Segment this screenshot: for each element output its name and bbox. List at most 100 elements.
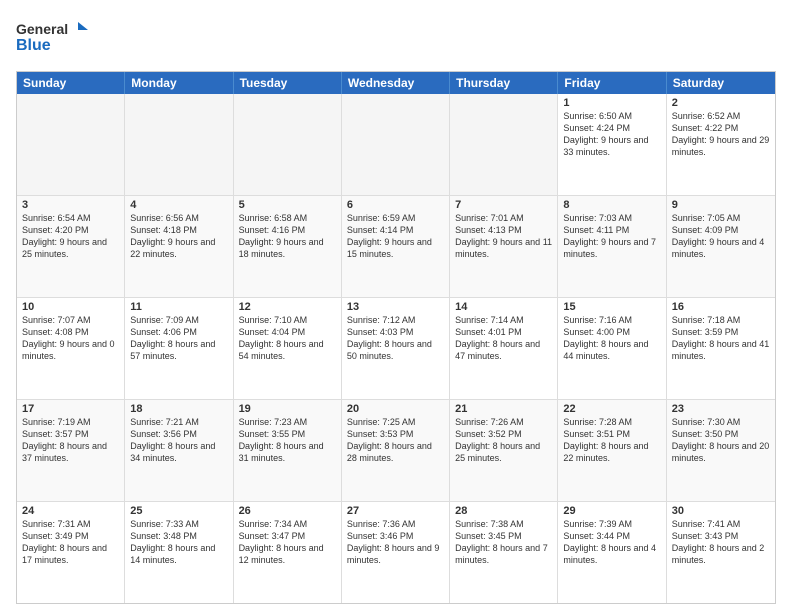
day-number: 10: [22, 301, 119, 313]
day-number: 1: [563, 97, 660, 109]
day-number: 15: [563, 301, 660, 313]
day-number: 4: [130, 199, 227, 211]
empty-cell: [125, 94, 233, 195]
day-cell-4: 4Sunrise: 6:56 AM Sunset: 4:18 PM Daylig…: [125, 196, 233, 297]
day-info: Sunrise: 7:14 AM Sunset: 4:01 PM Dayligh…: [455, 314, 552, 363]
day-cell-26: 26Sunrise: 7:34 AM Sunset: 3:47 PM Dayli…: [234, 502, 342, 603]
day-number: 29: [563, 505, 660, 517]
day-info: Sunrise: 7:28 AM Sunset: 3:51 PM Dayligh…: [563, 416, 660, 465]
day-number: 9: [672, 199, 770, 211]
day-info: Sunrise: 7:26 AM Sunset: 3:52 PM Dayligh…: [455, 416, 552, 465]
day-cell-7: 7Sunrise: 7:01 AM Sunset: 4:13 PM Daylig…: [450, 196, 558, 297]
day-cell-16: 16Sunrise: 7:18 AM Sunset: 3:59 PM Dayli…: [667, 298, 775, 399]
day-info: Sunrise: 7:12 AM Sunset: 4:03 PM Dayligh…: [347, 314, 444, 363]
day-number: 12: [239, 301, 336, 313]
day-info: Sunrise: 7:21 AM Sunset: 3:56 PM Dayligh…: [130, 416, 227, 465]
day-cell-12: 12Sunrise: 7:10 AM Sunset: 4:04 PM Dayli…: [234, 298, 342, 399]
logo-text: General Blue: [16, 16, 106, 65]
header-day-monday: Monday: [125, 72, 233, 94]
day-number: 25: [130, 505, 227, 517]
day-info: Sunrise: 6:58 AM Sunset: 4:16 PM Dayligh…: [239, 212, 336, 261]
day-cell-8: 8Sunrise: 7:03 AM Sunset: 4:11 PM Daylig…: [558, 196, 666, 297]
day-cell-27: 27Sunrise: 7:36 AM Sunset: 3:46 PM Dayli…: [342, 502, 450, 603]
empty-cell: [17, 94, 125, 195]
header-day-wednesday: Wednesday: [342, 72, 450, 94]
day-info: Sunrise: 7:05 AM Sunset: 4:09 PM Dayligh…: [672, 212, 770, 261]
day-number: 3: [22, 199, 119, 211]
day-cell-24: 24Sunrise: 7:31 AM Sunset: 3:49 PM Dayli…: [17, 502, 125, 603]
day-number: 11: [130, 301, 227, 313]
day-number: 26: [239, 505, 336, 517]
day-info: Sunrise: 7:38 AM Sunset: 3:45 PM Dayligh…: [455, 518, 552, 567]
day-cell-25: 25Sunrise: 7:33 AM Sunset: 3:48 PM Dayli…: [125, 502, 233, 603]
day-cell-6: 6Sunrise: 6:59 AM Sunset: 4:14 PM Daylig…: [342, 196, 450, 297]
week-row-3: 10Sunrise: 7:07 AM Sunset: 4:08 PM Dayli…: [17, 298, 775, 400]
day-cell-14: 14Sunrise: 7:14 AM Sunset: 4:01 PM Dayli…: [450, 298, 558, 399]
day-info: Sunrise: 6:50 AM Sunset: 4:24 PM Dayligh…: [563, 110, 660, 159]
day-number: 5: [239, 199, 336, 211]
day-info: Sunrise: 7:30 AM Sunset: 3:50 PM Dayligh…: [672, 416, 770, 465]
day-number: 6: [347, 199, 444, 211]
day-cell-9: 9Sunrise: 7:05 AM Sunset: 4:09 PM Daylig…: [667, 196, 775, 297]
day-info: Sunrise: 6:52 AM Sunset: 4:22 PM Dayligh…: [672, 110, 770, 159]
day-info: Sunrise: 7:23 AM Sunset: 3:55 PM Dayligh…: [239, 416, 336, 465]
day-number: 8: [563, 199, 660, 211]
day-number: 24: [22, 505, 119, 517]
week-row-2: 3Sunrise: 6:54 AM Sunset: 4:20 PM Daylig…: [17, 196, 775, 298]
header-day-thursday: Thursday: [450, 72, 558, 94]
day-cell-21: 21Sunrise: 7:26 AM Sunset: 3:52 PM Dayli…: [450, 400, 558, 501]
day-info: Sunrise: 7:39 AM Sunset: 3:44 PM Dayligh…: [563, 518, 660, 567]
header-day-sunday: Sunday: [17, 72, 125, 94]
day-cell-19: 19Sunrise: 7:23 AM Sunset: 3:55 PM Dayli…: [234, 400, 342, 501]
day-cell-30: 30Sunrise: 7:41 AM Sunset: 3:43 PM Dayli…: [667, 502, 775, 603]
day-cell-29: 29Sunrise: 7:39 AM Sunset: 3:44 PM Dayli…: [558, 502, 666, 603]
day-info: Sunrise: 6:59 AM Sunset: 4:14 PM Dayligh…: [347, 212, 444, 261]
day-info: Sunrise: 7:01 AM Sunset: 4:13 PM Dayligh…: [455, 212, 552, 261]
day-number: 30: [672, 505, 770, 517]
day-info: Sunrise: 7:03 AM Sunset: 4:11 PM Dayligh…: [563, 212, 660, 261]
logo-icon: General Blue: [16, 16, 106, 60]
day-number: 22: [563, 403, 660, 415]
header-day-tuesday: Tuesday: [234, 72, 342, 94]
calendar: SundayMondayTuesdayWednesdayThursdayFrid…: [16, 71, 776, 604]
week-row-1: 1Sunrise: 6:50 AM Sunset: 4:24 PM Daylig…: [17, 94, 775, 196]
day-cell-2: 2Sunrise: 6:52 AM Sunset: 4:22 PM Daylig…: [667, 94, 775, 195]
day-info: Sunrise: 7:41 AM Sunset: 3:43 PM Dayligh…: [672, 518, 770, 567]
day-number: 16: [672, 301, 770, 313]
day-number: 27: [347, 505, 444, 517]
day-number: 7: [455, 199, 552, 211]
day-info: Sunrise: 7:31 AM Sunset: 3:49 PM Dayligh…: [22, 518, 119, 567]
logo: General Blue: [16, 16, 106, 65]
day-number: 20: [347, 403, 444, 415]
day-info: Sunrise: 7:09 AM Sunset: 4:06 PM Dayligh…: [130, 314, 227, 363]
day-cell-22: 22Sunrise: 7:28 AM Sunset: 3:51 PM Dayli…: [558, 400, 666, 501]
day-info: Sunrise: 6:56 AM Sunset: 4:18 PM Dayligh…: [130, 212, 227, 261]
day-number: 2: [672, 97, 770, 109]
day-info: Sunrise: 7:07 AM Sunset: 4:08 PM Dayligh…: [22, 314, 119, 363]
week-row-4: 17Sunrise: 7:19 AM Sunset: 3:57 PM Dayli…: [17, 400, 775, 502]
day-cell-17: 17Sunrise: 7:19 AM Sunset: 3:57 PM Dayli…: [17, 400, 125, 501]
day-cell-18: 18Sunrise: 7:21 AM Sunset: 3:56 PM Dayli…: [125, 400, 233, 501]
day-cell-5: 5Sunrise: 6:58 AM Sunset: 4:16 PM Daylig…: [234, 196, 342, 297]
calendar-header: SundayMondayTuesdayWednesdayThursdayFrid…: [17, 72, 775, 94]
header-day-saturday: Saturday: [667, 72, 775, 94]
day-cell-28: 28Sunrise: 7:38 AM Sunset: 3:45 PM Dayli…: [450, 502, 558, 603]
day-number: 13: [347, 301, 444, 313]
page: General Blue SundayMondayTuesdayWednesda…: [0, 0, 792, 612]
day-info: Sunrise: 7:34 AM Sunset: 3:47 PM Dayligh…: [239, 518, 336, 567]
day-info: Sunrise: 7:33 AM Sunset: 3:48 PM Dayligh…: [130, 518, 227, 567]
day-cell-20: 20Sunrise: 7:25 AM Sunset: 3:53 PM Dayli…: [342, 400, 450, 501]
header-day-friday: Friday: [558, 72, 666, 94]
day-cell-3: 3Sunrise: 6:54 AM Sunset: 4:20 PM Daylig…: [17, 196, 125, 297]
day-number: 19: [239, 403, 336, 415]
day-info: Sunrise: 7:36 AM Sunset: 3:46 PM Dayligh…: [347, 518, 444, 567]
svg-text:Blue: Blue: [16, 37, 51, 54]
day-number: 17: [22, 403, 119, 415]
day-cell-10: 10Sunrise: 7:07 AM Sunset: 4:08 PM Dayli…: [17, 298, 125, 399]
day-cell-15: 15Sunrise: 7:16 AM Sunset: 4:00 PM Dayli…: [558, 298, 666, 399]
calendar-body: 1Sunrise: 6:50 AM Sunset: 4:24 PM Daylig…: [17, 94, 775, 603]
day-number: 14: [455, 301, 552, 313]
day-number: 23: [672, 403, 770, 415]
day-number: 21: [455, 403, 552, 415]
day-number: 28: [455, 505, 552, 517]
